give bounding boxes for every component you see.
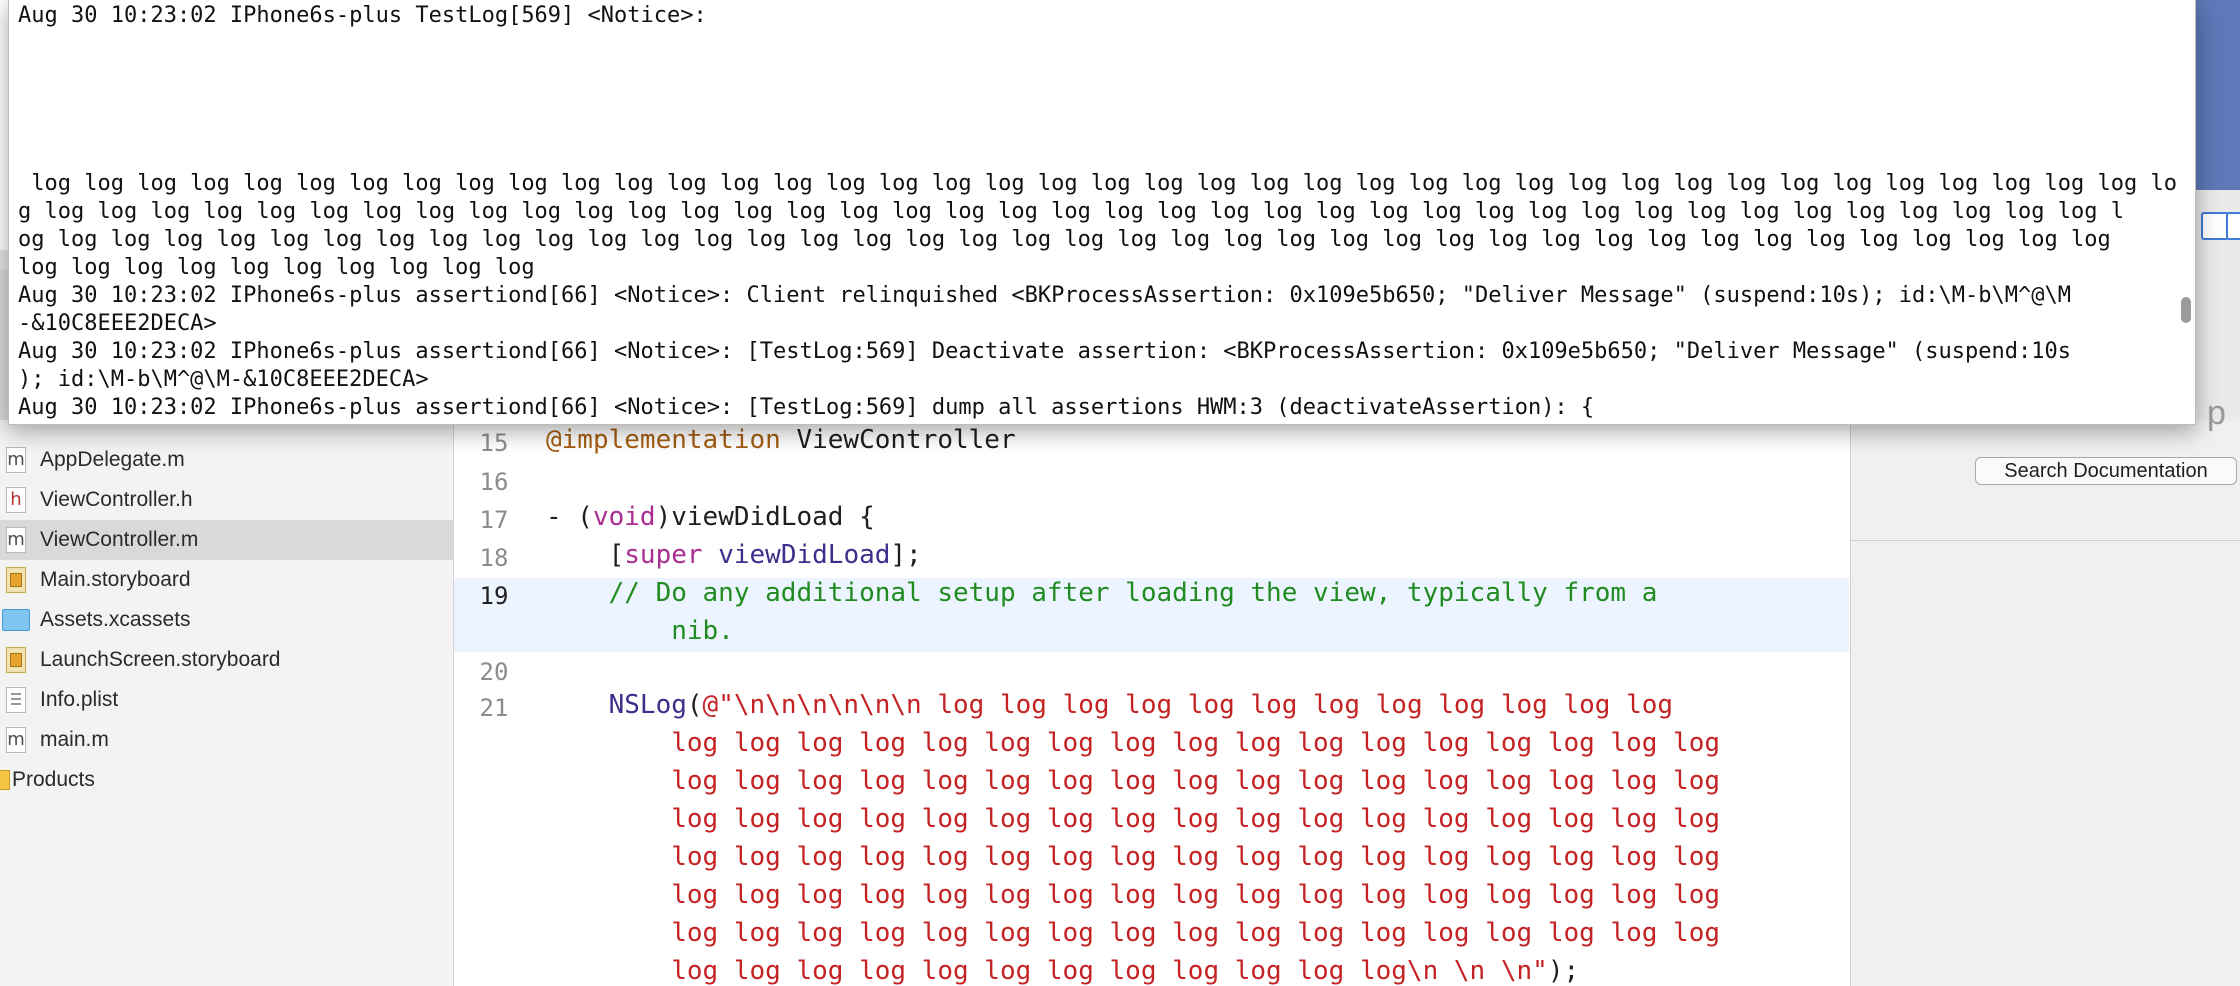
code-token: )viewDidLoad { (655, 502, 875, 532)
code-string-wrap: log log log log log log log log log log … (546, 918, 1720, 948)
inspector-tab-icon-2[interactable] (2226, 212, 2240, 240)
line-number: 21 (479, 694, 509, 722)
navigator-item-main-storyboard[interactable]: Main.storyboard (0, 560, 453, 600)
navigator-item-label: LaunchScreen.storyboard (40, 648, 281, 671)
console-log-line: og log log log log log log log log log l… (18, 227, 2111, 252)
code-line-19-comment: // Do any additional setup after loading… (546, 578, 1658, 608)
console-log-line: log log log log log log log log log log … (18, 171, 2177, 196)
code-line-21: NSLog(@"\n\n\n\n\n\n log log log log log… (546, 690, 1673, 720)
navigator-item-label: Assets.xcassets (40, 608, 191, 631)
code-string-wrap: log log log log log log log log log log … (546, 766, 1720, 796)
background-window-edge-right (2196, 0, 2240, 420)
plist-icon (6, 687, 26, 713)
line-number: 15 (479, 429, 509, 457)
code-line-19-comment-wrap: nib. (546, 616, 734, 646)
code-string-wrap: log log log log log log log log log log … (546, 728, 1720, 758)
console-log-line: Aug 30 10:23:02 IPhone6s-plus assertiond… (18, 339, 2071, 364)
code-string: @"\n\n\n\n\n\n log log log log log log l… (702, 690, 1674, 720)
navigator-item-label: AppDelegate.m (40, 448, 185, 471)
navigator-item-label: ViewController.m (40, 528, 199, 551)
console-log-line: g log log log log log log log log log lo… (18, 199, 2124, 224)
navigator-item-label: Main.storyboard (40, 568, 191, 591)
storyboard-icon (6, 567, 26, 593)
source-editor[interactable]: 15 16 17 18 19 20 21 @implementation Vie… (454, 420, 1849, 986)
line-number: 17 (479, 506, 509, 534)
navigator-item-main-m[interactable]: m main.m (0, 720, 453, 760)
folder-icon (0, 770, 10, 790)
project-navigator: m AppDelegate.m h ViewController.h m Vie… (0, 420, 454, 986)
inspector-tab-icon[interactable] (2201, 212, 2229, 240)
navigator-item-launchscreen-storyboard[interactable]: LaunchScreen.storyboard (0, 640, 453, 680)
navigator-item-viewcontroller-m[interactable]: m ViewController.m (0, 520, 453, 560)
m-file-icon: m (6, 447, 26, 473)
code-line-17: - (void)viewDidLoad { (546, 502, 875, 532)
console-log-line: Aug 30 10:23:02 IPhone6s-plus assertiond… (18, 283, 2071, 308)
h-file-icon: h (6, 487, 26, 513)
m-file-icon: m (6, 527, 26, 553)
navigator-item-appdelegate-m[interactable]: m AppDelegate.m (0, 440, 453, 480)
inspector-divider (1851, 540, 2240, 541)
navigator-item-label: main.m (40, 728, 109, 751)
console-log-line: Aug 30 10:23:02 IPhone6s-plus TestLog[56… (18, 3, 707, 28)
code-token: - ( (546, 502, 593, 532)
code-string-wrap: log log log log log log log log log log … (546, 842, 1720, 872)
navigator-group-products[interactable]: Products (0, 760, 453, 800)
console-log-line: log log log log log log log log log log (18, 255, 535, 280)
navigator-item-viewcontroller-h[interactable]: h ViewController.h (0, 480, 453, 520)
background-window-edge-left (0, 270, 8, 420)
code-token: ]; (890, 540, 922, 570)
code-line-18: [super viewDidLoad]; (546, 540, 922, 570)
code-identifier: ViewController (780, 425, 1016, 455)
console-log-window[interactable]: Aug 30 10:23:02 IPhone6s-plus TestLog[56… (8, 0, 2196, 425)
console-scrollbar-thumb[interactable] (2181, 297, 2191, 323)
assets-folder-icon (2, 609, 30, 631)
code-token: ( (686, 690, 703, 720)
code-token: [ (546, 540, 625, 570)
m-file-icon: m (6, 727, 26, 753)
line-number-current: 19 (479, 582, 509, 610)
inspector-panel: p Search Documentation (1850, 394, 2240, 986)
code-keyword: void (592, 502, 656, 532)
navigator-item-assets[interactable]: Assets.xcassets (0, 600, 453, 640)
quick-help-heading: p (2207, 394, 2226, 432)
navigator-item-info-plist[interactable]: Info.plist (0, 680, 453, 720)
line-number: 18 (479, 544, 509, 572)
line-number: 16 (479, 468, 509, 496)
search-documentation-button[interactable]: Search Documentation (1975, 457, 2237, 485)
code-string-wrap: log log log log log log log log log log … (546, 880, 1720, 910)
navigator-item-label: Products (12, 768, 95, 791)
storyboard-icon (6, 647, 26, 673)
code-directive: @implementation (546, 425, 781, 455)
code-string: log log log log log log log log log log … (546, 956, 1548, 986)
line-number: 20 (479, 658, 509, 686)
code-string-wrap-end: log log log log log log log log log log … (546, 956, 1579, 986)
console-log-line: -&10C8EEE2DECA> (18, 311, 217, 336)
code-function: NSLog (546, 690, 687, 720)
console-log-line: ); id:\M-b\M^@\M-&10C8EEE2DECA> (18, 367, 429, 392)
code-string-wrap: log log log log log log log log log log … (546, 804, 1720, 834)
navigator-item-label: Info.plist (40, 688, 119, 711)
code-token: ); (1547, 956, 1580, 986)
code-method: viewDidLoad (702, 540, 891, 570)
navigator-item-label: ViewController.h (40, 488, 193, 511)
code-line-15: @implementation ViewController (546, 425, 1016, 455)
console-log-line: Aug 30 10:23:02 IPhone6s-plus assertiond… (18, 395, 1595, 420)
code-keyword: super (624, 540, 703, 570)
